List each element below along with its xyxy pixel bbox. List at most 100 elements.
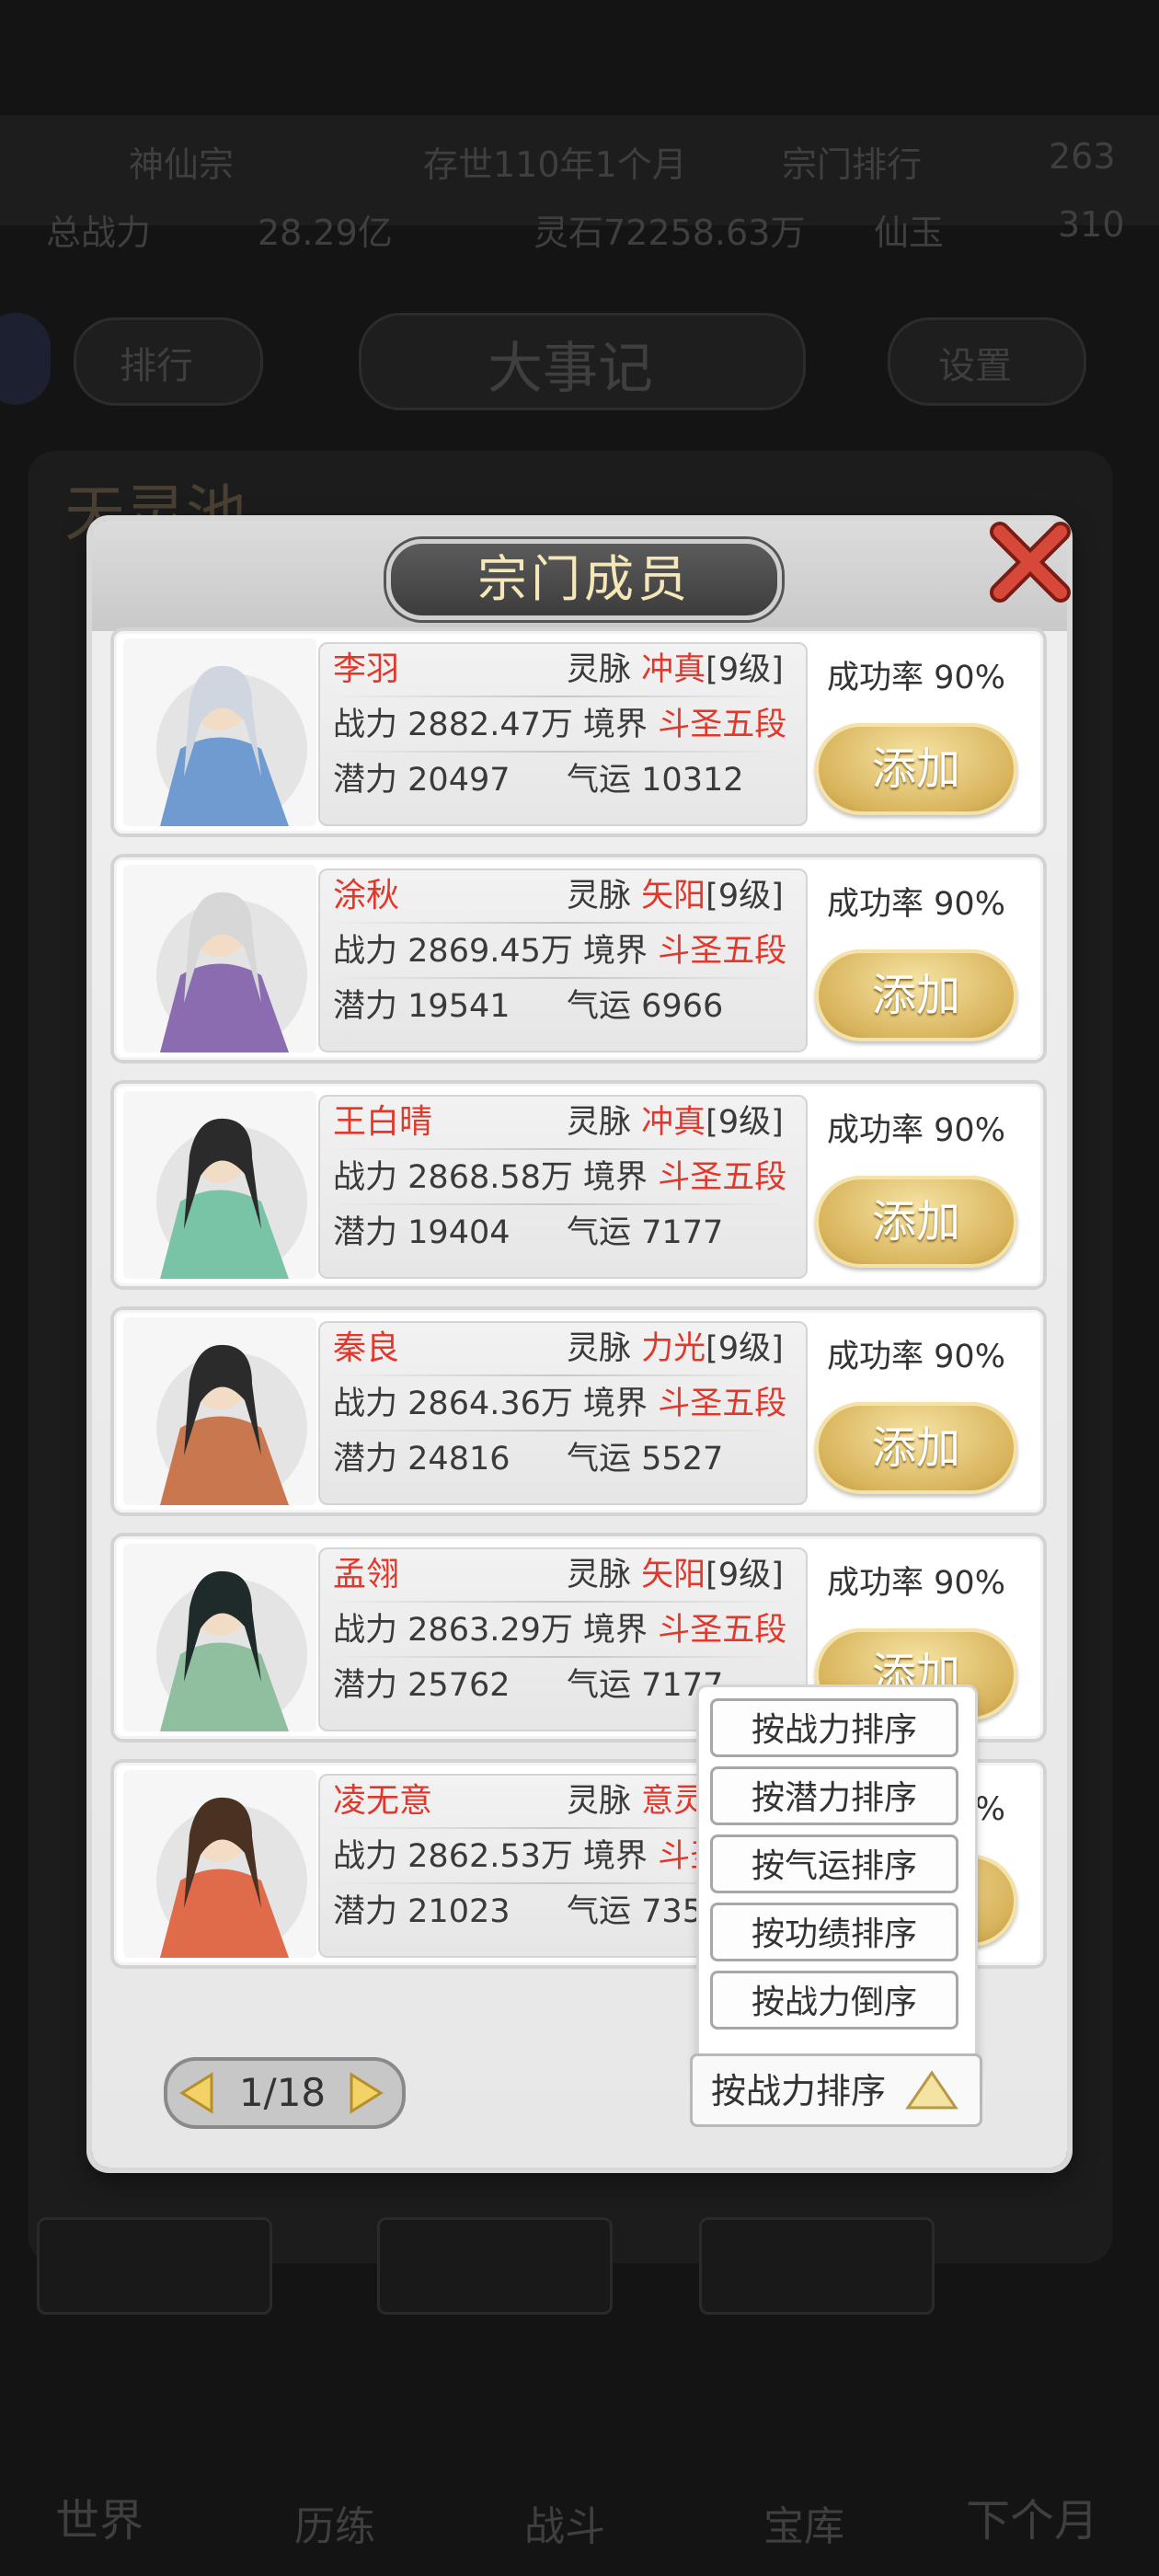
background-nav-treasury: 宝库: [763, 2503, 844, 2550]
page-navigator: 1/18: [164, 2057, 406, 2129]
power-value: 2863.29万: [407, 1612, 573, 1649]
success-rate: 成功率 90%: [827, 1557, 1005, 1604]
member-info-panel: 涂秋 灵脉 矢阳[9级] 战力 2869.45万 境界 斗圣五段 潜力 1954…: [318, 868, 808, 1052]
realm-label: 境界: [583, 1838, 648, 1875]
luck-value: 7177: [641, 1214, 724, 1251]
add-member-button[interactable]: 添加: [815, 1402, 1017, 1494]
sort-option-power[interactable]: 按战力排序: [710, 1698, 958, 1757]
member-power-row: 战力 2864.36万 境界 斗圣五段: [333, 1384, 786, 1424]
luck-label: 气运: [567, 1214, 632, 1251]
success-rate: 成功率 90%: [827, 1330, 1005, 1377]
background-left-button-label: 排行: [120, 345, 193, 387]
member-potential-row: 潜力 21023: [333, 1892, 511, 1932]
success-rate-value: 90%: [934, 1112, 1005, 1149]
member-name-row: 凌无意: [333, 1781, 432, 1822]
background-bottom-button-2: [377, 2217, 613, 2315]
member-info-panel: 李羽 灵脉 冲真[9级] 战力 2882.47万 境界 斗圣五段 潜力 2049…: [318, 642, 808, 826]
member-potential-row: 潜力 19541: [333, 986, 511, 1027]
luck-value: 5527: [641, 1441, 724, 1478]
background-sect-name: 神仙宗: [129, 144, 235, 185]
divider: [329, 1374, 789, 1376]
spirit-vein-value: 力光: [641, 1330, 706, 1367]
potential-value: 21023: [407, 1893, 511, 1930]
potential-value: 24816: [407, 1441, 511, 1478]
luck-label: 气运: [567, 1441, 632, 1478]
member-luck-row: 气运 6966: [567, 986, 723, 1027]
member-potential-row: 潜力 20497: [333, 760, 511, 800]
member-power-row: 战力 2882.47万 境界 斗圣五段: [333, 705, 786, 745]
divider: [329, 1430, 789, 1432]
spirit-vein-value: 矢阳: [641, 878, 706, 914]
add-member-button[interactable]: 添加: [815, 949, 1017, 1041]
power-value: 2862.53万: [407, 1838, 573, 1875]
member-vein-row: 灵脉 冲真[9级]: [567, 1102, 784, 1143]
potential-value: 19541: [407, 988, 511, 1025]
member-name-row: 王白晴: [333, 1102, 432, 1143]
background-power-label: 总战力: [46, 213, 152, 253]
member-potential-row: 潜力 24816: [333, 1439, 511, 1479]
sort-option-merit[interactable]: 按功绩排序: [710, 1903, 958, 1961]
member-portrait: [123, 1544, 316, 1731]
member-info-panel: 秦良 灵脉 力光[9级] 战力 2864.36万 境界 斗圣五段 潜力 2481…: [318, 1321, 808, 1505]
luck-label: 气运: [567, 1667, 632, 1704]
add-member-button[interactable]: 添加: [815, 723, 1017, 815]
background-bottom-button-3: [699, 2217, 935, 2315]
member-vein-row: 灵脉 冲真[9级]: [567, 650, 784, 690]
spirit-vein-value: 冲真: [641, 1104, 706, 1141]
spirit-vein-label: 灵脉: [567, 1104, 632, 1141]
background-nav-train: 历练: [294, 2503, 375, 2550]
spirit-vein-value: 冲真: [641, 651, 706, 688]
potential-label: 潜力: [333, 762, 398, 799]
realm-label: 境界: [583, 707, 648, 743]
spirit-vein-label: 灵脉: [567, 651, 632, 688]
realm-value: 斗圣五段: [658, 1159, 787, 1196]
next-page-icon[interactable]: [342, 2070, 388, 2116]
sort-select[interactable]: 按战力排序: [690, 2053, 982, 2127]
sort-option-potential[interactable]: 按潜力排序: [710, 1766, 958, 1825]
potential-label: 潜力: [333, 1441, 398, 1478]
add-member-button[interactable]: 添加: [815, 1176, 1017, 1268]
spirit-vein-label: 灵脉: [567, 878, 632, 914]
member-card-1: 李羽 灵脉 冲真[9级] 战力 2882.47万 境界 斗圣五段 潜力 2049…: [114, 631, 1043, 834]
background-power-value: 28.29亿: [258, 213, 393, 253]
member-power-row: 战力 2868.58万 境界 斗圣五段: [333, 1157, 786, 1198]
background-sect-age: 存世110年1个月: [423, 144, 687, 185]
realm-label: 境界: [583, 933, 648, 970]
background-spirit-stone: 灵石72258.63万: [534, 213, 806, 253]
sort-option-power-desc[interactable]: 按战力倒序: [710, 1971, 958, 2030]
member-info-panel: 王白晴 灵脉 冲真[9级] 战力 2868.58万 境界 斗圣五段 潜力 194…: [318, 1095, 808, 1279]
member-vein-row: 灵脉 矢阳[9级]: [567, 876, 784, 916]
member-card-3: 王白晴 灵脉 冲真[9级] 战力 2868.58万 境界 斗圣五段 潜力 194…: [114, 1084, 1043, 1286]
divider: [329, 977, 789, 979]
background-nav-world: 世界: [55, 2495, 144, 2547]
background-center-title: 大事记: [488, 337, 653, 401]
sort-select-value: 按战力排序: [711, 2071, 887, 2111]
realm-label: 境界: [583, 1159, 648, 1196]
member-portrait: [123, 638, 316, 826]
success-rate-value: 90%: [934, 1565, 1005, 1602]
member-luck-row: 气运 10312: [567, 760, 744, 800]
spirit-vein-level: [9级]: [706, 651, 784, 688]
luck-label: 气运: [567, 762, 632, 799]
close-icon[interactable]: [980, 512, 1081, 613]
member-power-row: 战力 2863.29万 境界 斗圣五段: [333, 1610, 786, 1650]
member-vein-row: 灵脉 矢阳[9级]: [567, 1555, 784, 1595]
success-rate-label: 成功率: [827, 1339, 924, 1375]
potential-label: 潜力: [333, 1893, 398, 1930]
success-rate: 成功率 90%: [827, 878, 1005, 925]
realm-label: 境界: [583, 1612, 648, 1649]
success-rate-value: 90%: [934, 886, 1005, 923]
member-name: 秦良: [333, 1329, 400, 1367]
divider: [329, 1148, 789, 1150]
luck-value: 6966: [641, 988, 724, 1025]
member-name-row: 涂秋: [333, 876, 399, 916]
success-rate: 成功率 90%: [827, 651, 1005, 698]
success-rate-label: 成功率: [827, 1112, 924, 1149]
spirit-vein-label: 灵脉: [567, 1557, 632, 1593]
background-bottom-button-1: [37, 2217, 272, 2315]
sort-option-luck[interactable]: 按气运排序: [710, 1834, 958, 1893]
power-label: 战力: [333, 1386, 398, 1422]
previous-page-icon[interactable]: [175, 2070, 221, 2116]
power-value: 2868.58万: [407, 1159, 573, 1196]
power-label: 战力: [333, 933, 398, 970]
